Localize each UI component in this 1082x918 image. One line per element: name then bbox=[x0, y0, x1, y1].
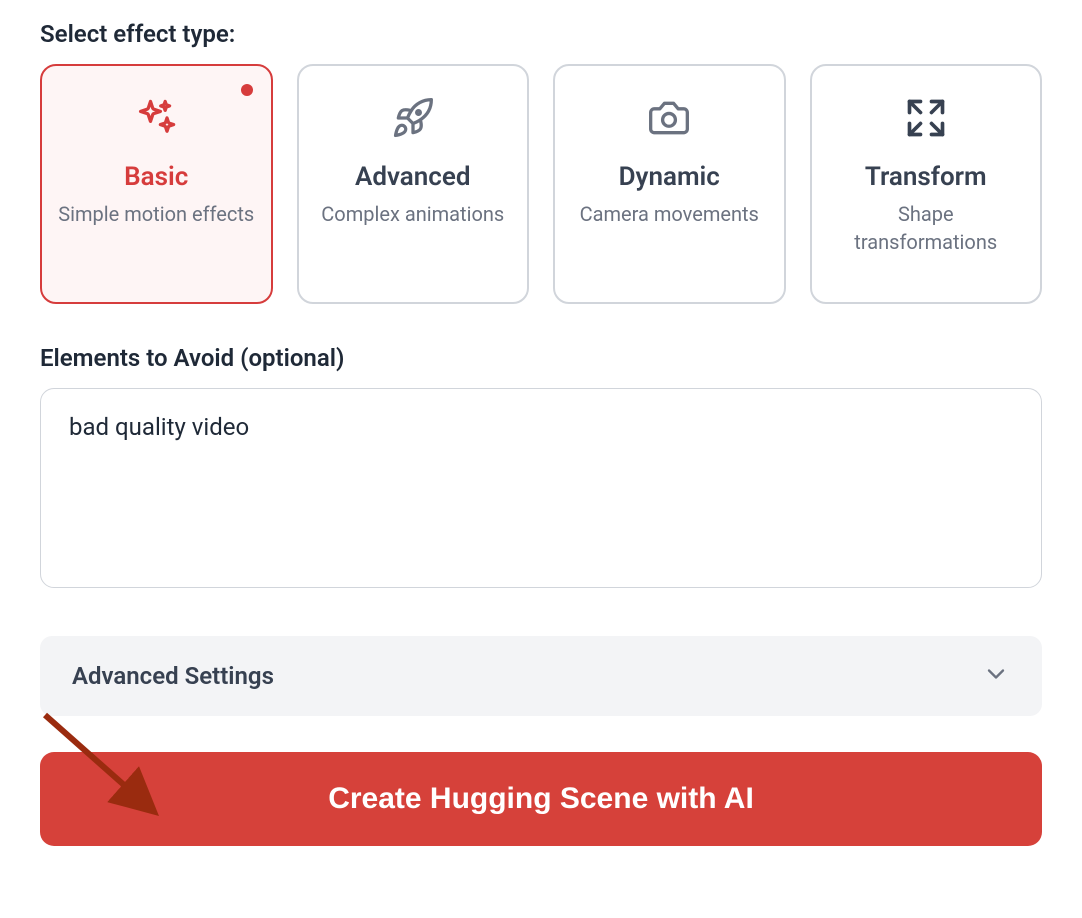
chevron-down-icon bbox=[982, 660, 1010, 692]
effect-card-basic[interactable]: Basic Simple motion effects bbox=[40, 64, 273, 304]
effect-title-dynamic: Dynamic bbox=[619, 162, 720, 192]
effect-card-dynamic[interactable]: Dynamic Camera movements bbox=[553, 64, 786, 304]
effect-title-transform: Transform bbox=[865, 162, 987, 192]
effect-desc-basic: Simple motion effects bbox=[58, 200, 254, 228]
effect-title-basic: Basic bbox=[124, 162, 188, 192]
effect-title-advanced: Advanced bbox=[355, 162, 471, 192]
rocket-icon bbox=[389, 94, 437, 142]
sparkles-icon bbox=[132, 94, 180, 142]
create-button[interactable]: Create Hugging Scene with AI bbox=[40, 752, 1042, 846]
effect-type-grid: Basic Simple motion effects Advanced Com… bbox=[40, 64, 1042, 304]
effect-desc-transform: Shape transformations bbox=[828, 200, 1025, 256]
effect-type-label: Select effect type: bbox=[40, 20, 1042, 48]
avoid-input[interactable] bbox=[40, 388, 1042, 588]
effect-card-transform[interactable]: Transform Shape transformations bbox=[810, 64, 1043, 304]
effect-desc-dynamic: Camera movements bbox=[580, 200, 759, 228]
expand-icon bbox=[902, 94, 950, 142]
advanced-settings-toggle[interactable]: Advanced Settings bbox=[40, 636, 1042, 716]
selected-dot bbox=[241, 84, 253, 96]
camera-icon bbox=[645, 94, 693, 142]
effect-card-advanced[interactable]: Advanced Complex animations bbox=[297, 64, 530, 304]
effect-desc-advanced: Complex animations bbox=[321, 200, 504, 228]
advanced-settings-label: Advanced Settings bbox=[72, 662, 274, 690]
avoid-label: Elements to Avoid (optional) bbox=[40, 344, 1042, 372]
